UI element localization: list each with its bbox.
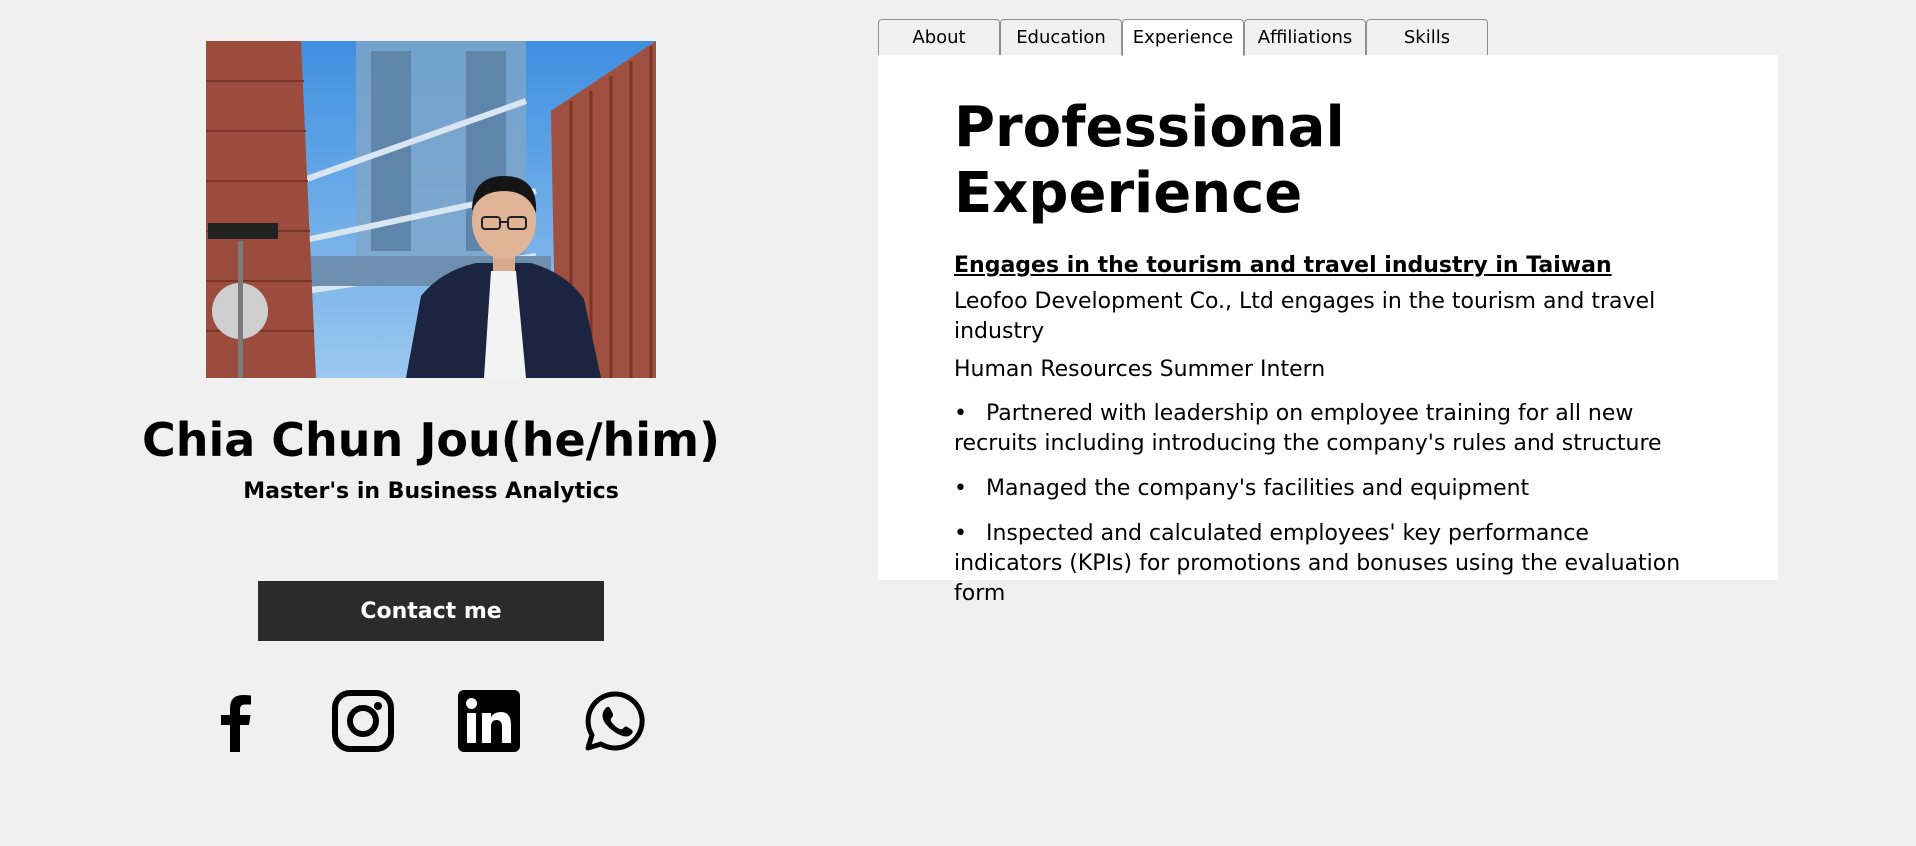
linkedin-icon[interactable] <box>458 690 520 752</box>
responsibility-list: • Partnered with leadership on employee t… <box>954 399 1694 609</box>
profile-section: Chia Chun Jou(he/him) Master's in Busine… <box>0 0 862 846</box>
tab-skills[interactable]: Skills <box>1366 19 1488 55</box>
list-item: • Partnered with leadership on employee t… <box>954 401 1662 456</box>
profile-degree: Master's in Business Analytics <box>243 479 619 504</box>
facebook-icon[interactable] <box>206 690 268 752</box>
social-links <box>206 690 656 752</box>
tab-about[interactable]: About <box>878 19 1000 55</box>
company-description: Leofoo Development Co., Ltd engages in t… <box>954 289 1656 344</box>
experience-subheading: Engages in the tourism and travel indust… <box>954 253 1612 278</box>
tab-affiliations[interactable]: Affiliations <box>1244 19 1366 55</box>
section-heading: Professional Experience <box>954 95 1345 226</box>
profile-photo <box>206 41 656 378</box>
whatsapp-icon[interactable] <box>584 690 646 752</box>
tab-education[interactable]: Education <box>1000 19 1122 55</box>
contact-me-button[interactable]: Contact me <box>258 581 604 641</box>
job-role: Human Resources Summer Intern <box>954 357 1326 382</box>
instagram-icon[interactable] <box>332 690 394 752</box>
experience-panel: Professional Experience Engages in the t… <box>878 55 1778 606</box>
tab-experience[interactable]: Experience <box>1122 19 1244 56</box>
profile-name: Chia Chun Jou(he/him) <box>141 413 721 467</box>
list-item: • Managed the company's facilities and eq… <box>954 476 1530 501</box>
list-item: • Inspected and calculated employees' key… <box>954 521 1681 606</box>
